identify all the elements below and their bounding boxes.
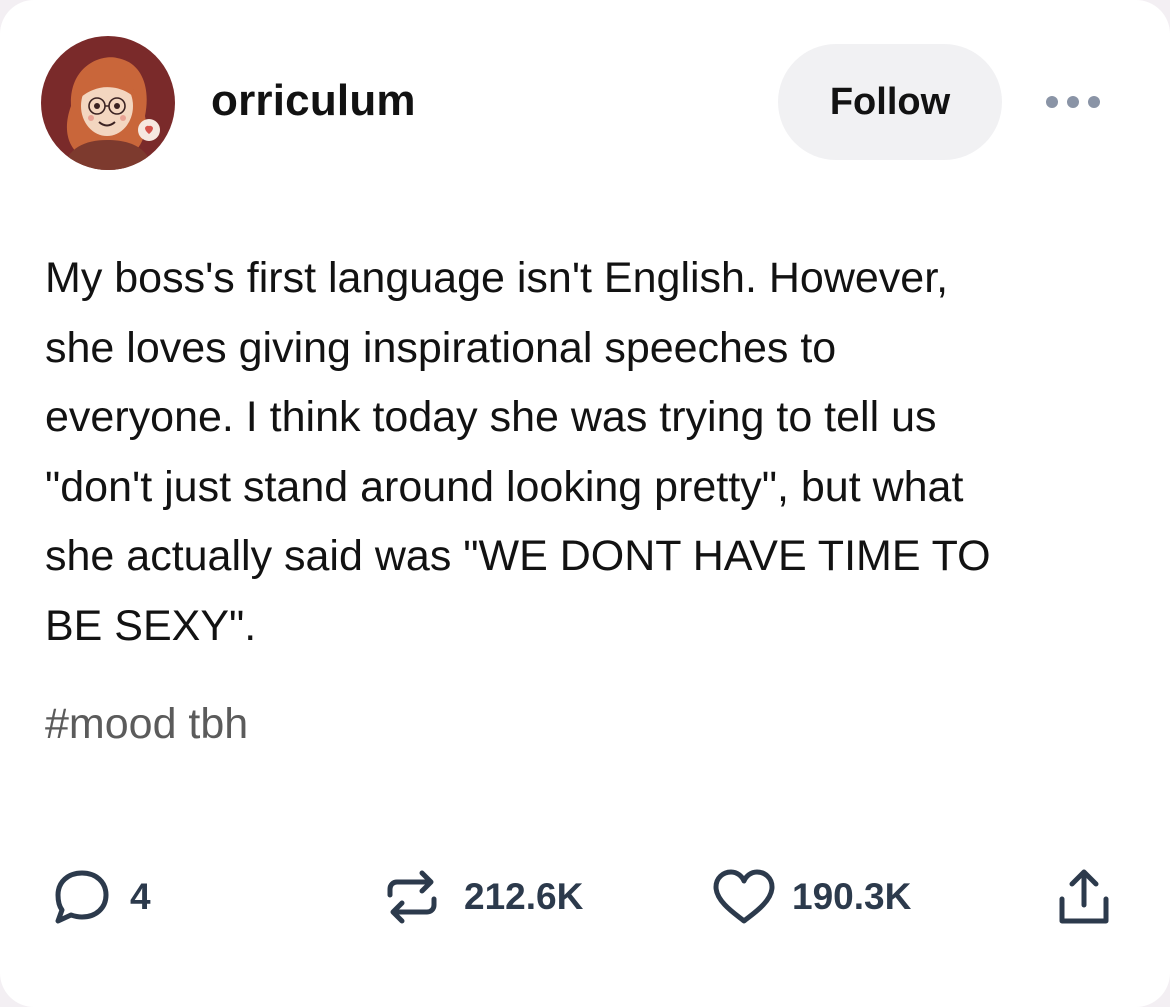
post-line: she actually said was "WE DONT HAVE TIME…	[45, 532, 991, 580]
post-line: everyone. I think today she was trying t…	[45, 393, 937, 441]
comment-count: 4	[130, 876, 151, 917]
author-avatar[interactable]	[41, 36, 175, 170]
post-tags: #mood tbh	[45, 700, 248, 749]
heart-icon	[713, 869, 775, 924]
post-card: orriculum Follow My boss's first languag…	[0, 0, 1170, 1007]
reblog-button[interactable]: 212.6K	[380, 862, 583, 932]
follow-button[interactable]: Follow	[778, 44, 1002, 160]
share-button[interactable]	[1054, 862, 1114, 932]
reblog-icon	[387, 870, 437, 924]
comment-bubble-icon	[55, 870, 109, 924]
comments-button[interactable]: 4	[50, 862, 151, 932]
post-line: BE SEXY".	[45, 601, 257, 650]
author-username[interactable]: orriculum	[211, 76, 416, 126]
more-options-button[interactable]	[1040, 86, 1106, 118]
post-line: "don't just stand around looking pretty"…	[45, 462, 964, 511]
like-button[interactable]: 190.3K	[710, 862, 911, 932]
post-line: she loves giving inspirational speeches …	[45, 323, 837, 372]
reblog-count: 212.6K	[464, 876, 584, 917]
share-icon	[1059, 869, 1109, 924]
tag-link[interactable]: #mood tbh	[45, 700, 248, 748]
like-count: 190.3K	[792, 876, 912, 917]
post-line: My boss's first language isn't English. …	[45, 254, 949, 302]
ellipsis-icon	[1046, 96, 1100, 108]
post-text: My boss's first language isn't English. …	[45, 244, 1135, 661]
